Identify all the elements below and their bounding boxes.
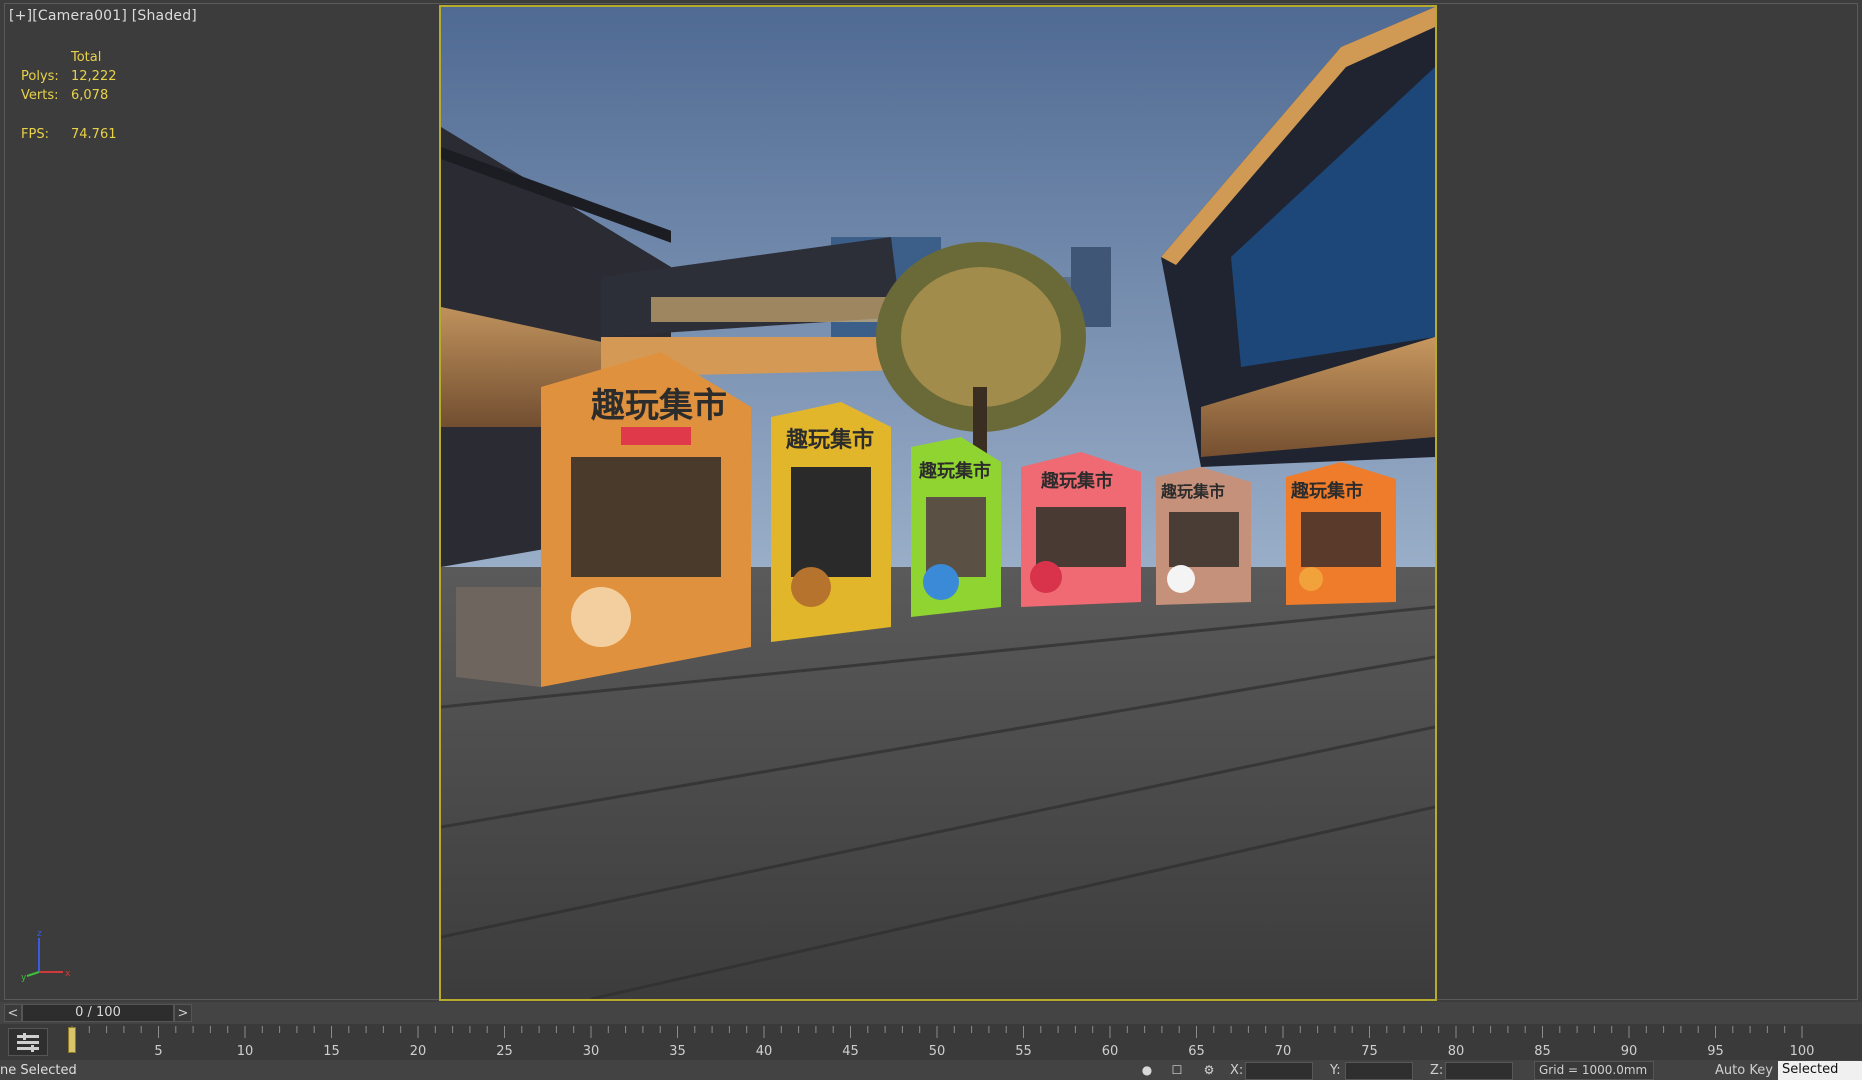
track-tick-label: 35: [669, 1044, 686, 1059]
fps-label: FPS:: [21, 127, 49, 142]
lock-selection-icon[interactable]: ☐: [1170, 1063, 1184, 1077]
mini-curve-editor-toggle-icon[interactable]: [8, 1028, 48, 1056]
track-tick-label: 100: [1790, 1044, 1815, 1059]
svg-text:趣玩集市: 趣玩集市: [785, 427, 874, 453]
track-tick-label: 65: [1188, 1044, 1205, 1059]
camera-viewport[interactable]: [+][Camera001] [Shaded] Total Polys: 12,2…: [4, 3, 1858, 1001]
market-booth: 趣玩集市: [911, 437, 1001, 617]
svg-text:趣玩集市: 趣玩集市: [591, 386, 727, 426]
track-bar[interactable]: 5 10 15 20 25 30 35 40 45 50 55 60 65 70 75 80 85 90 95 100: [0, 1024, 1862, 1060]
viewport-label[interactable]: [+][Camera001] [Shaded]: [9, 8, 197, 24]
time-slider-next-button[interactable]: >: [174, 1004, 192, 1022]
track-tick-label: 95: [1707, 1044, 1724, 1059]
track-tick-label: 60: [1102, 1044, 1119, 1059]
camera-safe-frame: 趣玩集市 趣玩集市 趣玩集市 趣玩集市 趣玩集市 趣玩集市: [439, 5, 1437, 1001]
time-slider-thumb[interactable]: 0 / 100: [22, 1004, 174, 1022]
current-frame-marker[interactable]: [68, 1027, 76, 1053]
fps-value: 74.761: [71, 127, 117, 142]
axis-tripod-icon: z y x: [21, 929, 71, 983]
svg-text:x: x: [65, 969, 71, 979]
market-booth: 趣玩集市: [1286, 462, 1396, 605]
track-tick-label: 20: [410, 1044, 427, 1059]
track-tick-label: 75: [1361, 1044, 1378, 1059]
verts-value: 6,078: [71, 88, 109, 103]
market-booth: 趣玩集市: [541, 352, 751, 687]
track-tick-label: 80: [1448, 1044, 1465, 1059]
x-coord-label: X:: [1230, 1063, 1244, 1078]
3dsmax-window: [+][Camera001] [Shaded] Total Polys: 12,2…: [0, 0, 1862, 1080]
svg-text:z: z: [37, 929, 42, 939]
svg-text:趣玩集市: 趣玩集市: [1040, 470, 1113, 492]
track-tick-label: 70: [1275, 1044, 1292, 1059]
market-booth: 趣玩集市: [1021, 452, 1141, 607]
auto-key-button[interactable]: Auto Key: [1715, 1063, 1773, 1078]
track-tick-label: 25: [496, 1044, 513, 1059]
key-filter-dropdown[interactable]: Selected: [1778, 1061, 1862, 1080]
absolute-mode-icon[interactable]: ⚙: [1202, 1063, 1216, 1077]
market-booth: 趣玩集市: [771, 402, 891, 642]
track-tick-label: 90: [1621, 1044, 1638, 1059]
time-slider[interactable]: < 0 / 100 >: [0, 1002, 1862, 1024]
polys-value: 12,222: [71, 69, 117, 84]
svg-text:y: y: [21, 973, 27, 983]
rendered-scene-image: 趣玩集市 趣玩集市 趣玩集市 趣玩集市 趣玩集市 趣玩集市: [441, 7, 1435, 999]
selection-status: ne Selected: [0, 1063, 77, 1078]
stats-header: Total: [71, 50, 102, 65]
viewport-statistics: Total Polys: 12,222 Verts: 6,078 FPS: 74.76…: [21, 48, 117, 144]
track-tick-label: 10: [237, 1044, 254, 1059]
track-tick-label: 45: [842, 1044, 859, 1059]
track-tick-label: 30: [583, 1044, 600, 1059]
track-ruler[interactable]: 5 10 15 20 25 30 35 40 45 50 55 60 65 70 75 80 85 90 95 100: [62, 1026, 1842, 1060]
market-booth: 趣玩集市: [1156, 467, 1251, 605]
viewport-menu-plus[interactable]: [+]: [9, 8, 32, 24]
track-tick-label: 55: [1015, 1044, 1032, 1059]
isolate-icon[interactable]: ●: [1140, 1063, 1154, 1077]
track-tick-label: 85: [1534, 1044, 1551, 1059]
x-coord-field[interactable]: [1245, 1062, 1313, 1080]
z-coord-label: Z:: [1430, 1063, 1444, 1078]
z-coord-field[interactable]: [1445, 1062, 1513, 1080]
y-coord-field[interactable]: [1345, 1062, 1413, 1080]
y-coord-label: Y:: [1330, 1063, 1341, 1078]
time-slider-prev-button[interactable]: <: [4, 1004, 22, 1022]
track-tick-label: 5: [154, 1044, 162, 1059]
track-tick-label: 50: [929, 1044, 946, 1059]
viewport-menu-camera[interactable]: [Camera001]: [32, 8, 127, 24]
grid-size-readout: Grid = 1000.0mm: [1534, 1061, 1654, 1080]
viewport-menu-shading[interactable]: [Shaded]: [132, 8, 197, 24]
track-tick-label: 40: [756, 1044, 773, 1059]
polys-label: Polys:: [21, 69, 59, 84]
track-tick-label: 15: [323, 1044, 340, 1059]
svg-text:趣玩集市: 趣玩集市: [918, 460, 991, 482]
svg-text:趣玩集市: 趣玩集市: [1160, 482, 1225, 501]
verts-label: Verts:: [21, 88, 59, 103]
svg-text:趣玩集市: 趣玩集市: [1290, 480, 1363, 502]
status-bar: ne Selected ● ☐ ⚙ X: Y: Z: Grid = 1000.0…: [0, 1060, 1862, 1080]
